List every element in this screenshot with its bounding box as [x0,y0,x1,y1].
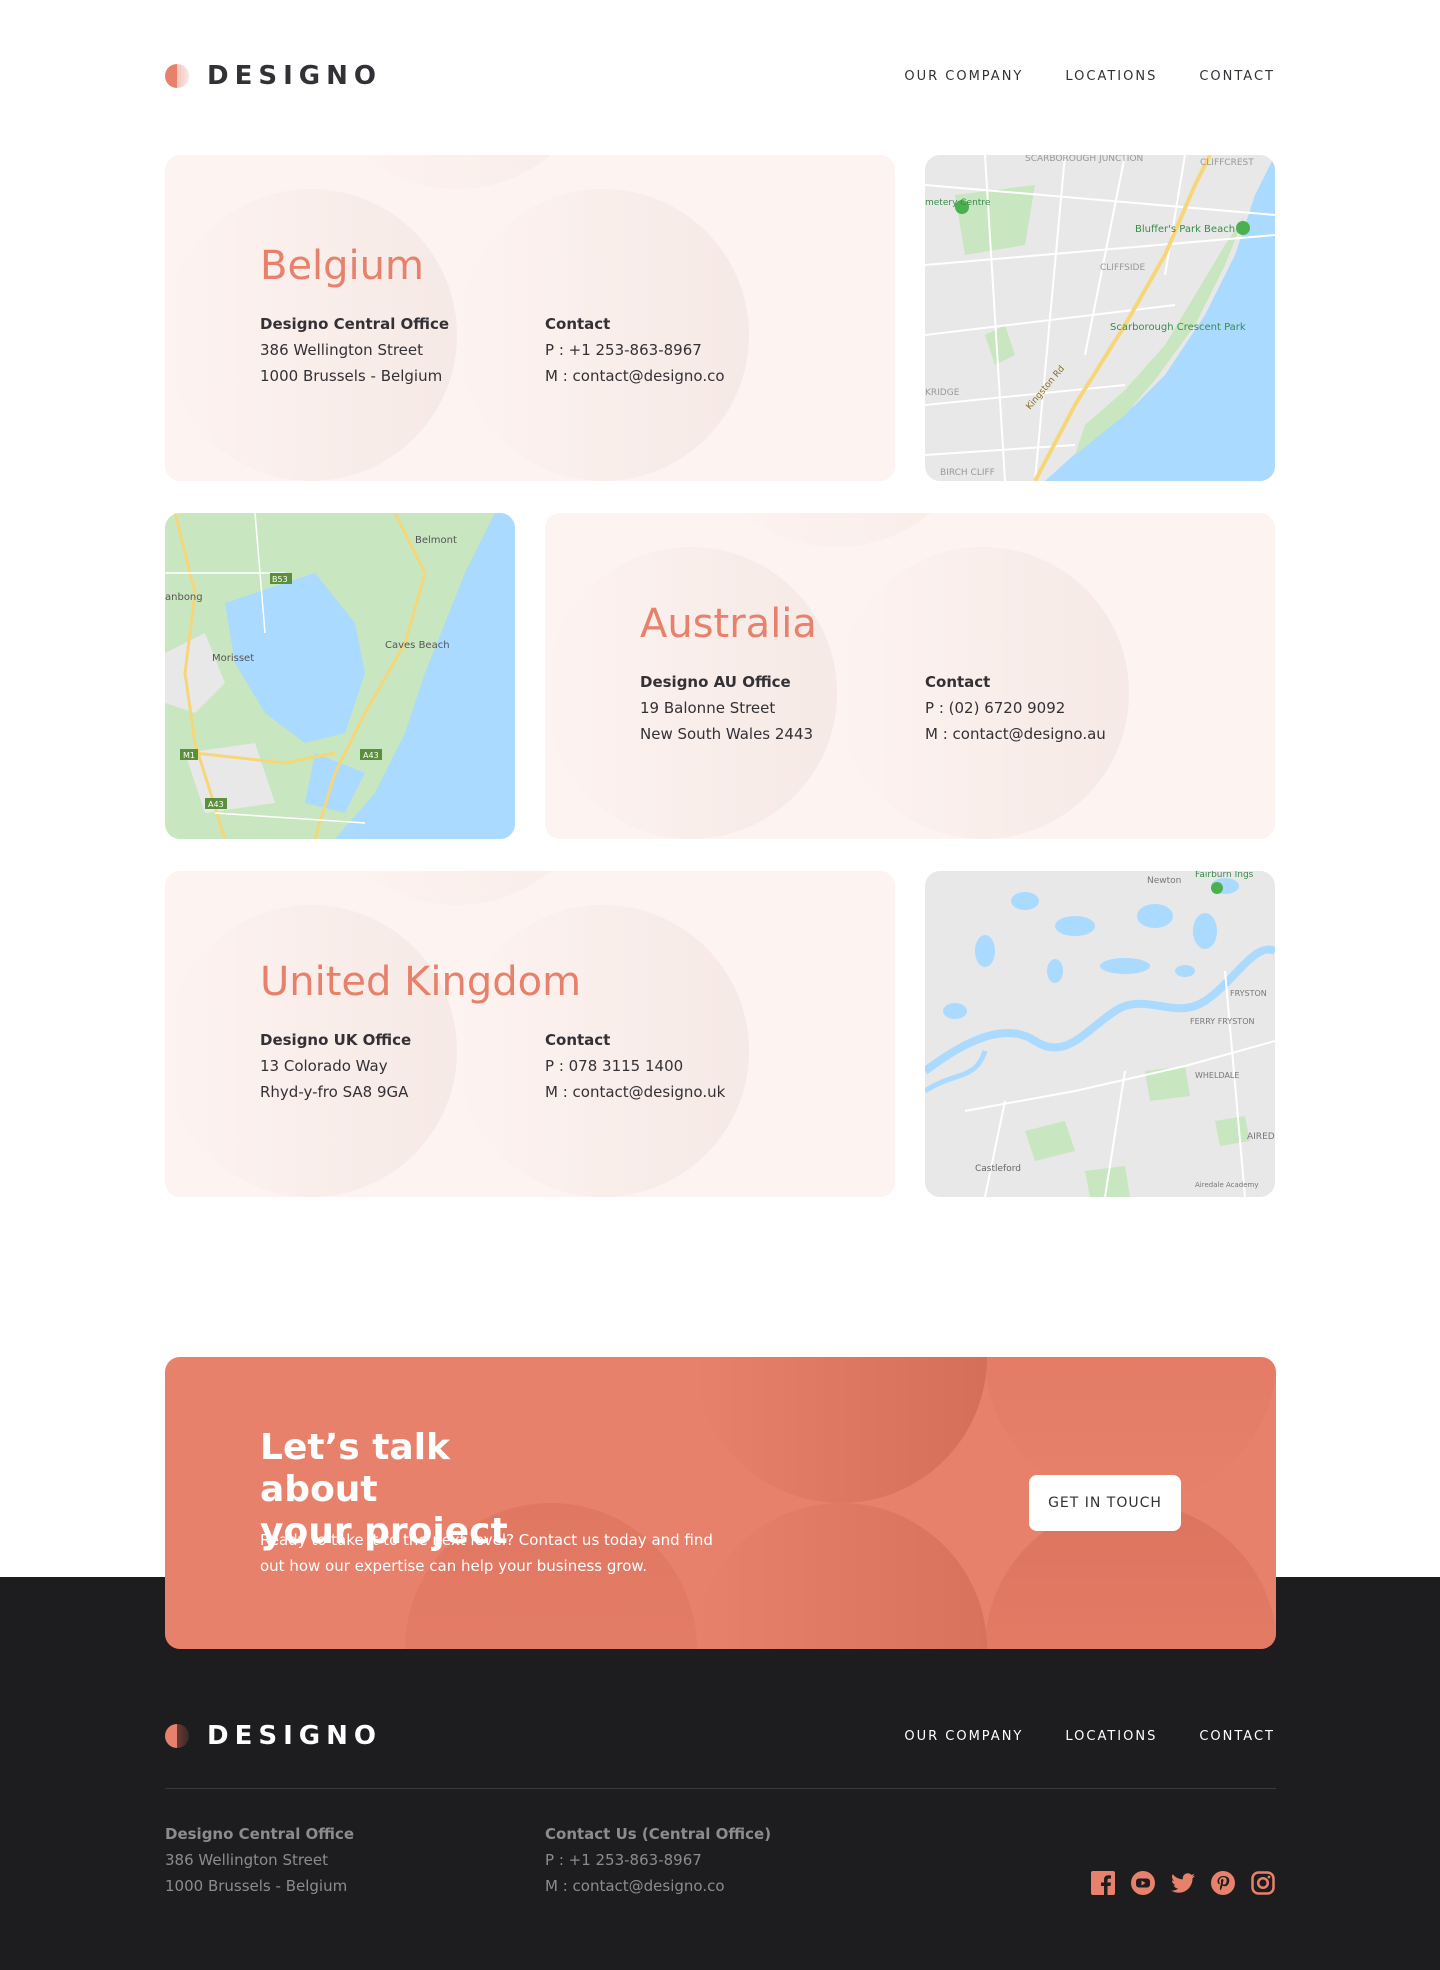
office-contact: Contact P : (02) 6720 9092 M : contact@d… [925,673,1106,743]
location-united-kingdom: United Kingdom Designo UK Office 13 Colo… [165,871,1276,1197]
map-label: CLIFFSIDE [1100,263,1145,273]
office-address: Designo AU Office 19 Balonne Street New … [640,673,814,743]
footer-logo[interactable]: DESIGNO [165,1721,382,1751]
logo-text: DESIGNO [207,1721,382,1751]
location-card: Belgium Designo Central Office 386 Welli… [165,155,895,481]
map-label: BIRCH CLIFF [940,468,995,478]
logo-icon [165,1724,189,1748]
map-label: SCARBOROUGH JUNCTION [1025,155,1143,164]
map-label: Caves Beach [385,640,450,651]
map-label: Fairburn Ings [1195,871,1254,880]
map-label: Newton [1147,876,1181,886]
footer-office-address: Designo Central Office 386 Wellington St… [165,1825,355,1895]
map-label: WHELDALE [1195,1071,1239,1080]
nav-contact[interactable]: CONTACT [1199,1729,1275,1744]
map-label: KRIDGE [925,388,960,398]
map-label: metery Centre [925,198,991,208]
map-label: M1 [183,751,195,760]
facebook-icon[interactable] [1091,1871,1115,1895]
office-contact: Contact P : +1 253-863-8967 M : contact@… [545,315,725,385]
logo-icon [165,64,189,88]
location-belgium: Belgium Designo Central Office 386 Welli… [165,155,1276,481]
location-card: Australia Designo AU Office 19 Balonne S… [545,513,1275,839]
logo[interactable]: DESIGNO [165,61,382,91]
map-label: A43 [363,751,379,760]
map-label: anbong [165,592,203,603]
map-label: Airedale Academy [1195,1181,1259,1189]
footer-nav: OUR COMPANY LOCATIONS CONTACT [904,1729,1275,1744]
location-australia: Belmont anbong B53 Morisset Caves Beach … [165,513,1276,839]
office-contact: Contact P : 078 3115 1400 M : contact@de… [545,1031,726,1101]
location-card: United Kingdom Designo UK Office 13 Colo… [165,871,895,1197]
instagram-icon[interactable] [1251,1871,1275,1895]
country-title: Belgium [260,243,424,289]
youtube-icon[interactable] [1131,1871,1155,1895]
map-label: AIRED [1247,1132,1275,1142]
map-belgium[interactable]: SCARBOROUGH JUNCTION CLIFFCREST Bluffer'… [925,155,1275,481]
map-label: FRYSTON [1230,989,1267,998]
map-label: A43 [208,800,224,809]
cta-banner: Let’s talk about your project Ready to ta… [165,1357,1276,1649]
nav-locations[interactable]: LOCATIONS [1065,1729,1157,1744]
map-label: B53 [272,575,288,584]
map-label: Morisset [212,653,254,664]
country-title: United Kingdom [260,959,582,1005]
footer-contact: Contact Us (Central Office) P : +1 253-8… [545,1825,772,1895]
twitter-icon[interactable] [1171,1871,1195,1895]
country-title: Australia [640,601,817,647]
nav-locations[interactable]: LOCATIONS [1065,69,1157,84]
map-label: FERRY FRYSTON [1190,1017,1254,1026]
logo-text: DESIGNO [207,61,382,91]
nav-contact[interactable]: CONTACT [1199,69,1275,84]
map-label: Belmont [415,535,457,546]
footer-divider [165,1788,1276,1789]
map-label: Scarborough Crescent Park [1110,322,1246,333]
get-in-touch-button[interactable]: GET IN TOUCH [1029,1475,1181,1531]
map-australia[interactable]: Belmont anbong B53 Morisset Caves Beach … [165,513,515,839]
office-address: Designo Central Office 386 Wellington St… [260,315,450,385]
social-links [1091,1871,1275,1895]
main-nav: OUR COMPANY LOCATIONS CONTACT [904,69,1275,84]
map-label: Bluffer's Park Beach [1135,224,1235,235]
site-header: DESIGNO OUR COMPANY LOCATIONS CONTACT [165,58,1275,94]
nav-our-company[interactable]: OUR COMPANY [904,69,1023,84]
office-address: Designo UK Office 13 Colorado Way Rhyd-y… [260,1031,412,1101]
nav-our-company[interactable]: OUR COMPANY [904,1729,1023,1744]
cta-text: Ready to take it to the next level? Cont… [260,1531,713,1575]
pinterest-icon[interactable] [1211,1871,1235,1895]
map-united-kingdom[interactable]: Newton Fairburn Ings FRYSTON FERRY FRYST… [925,871,1275,1197]
map-label: Castleford [975,1164,1021,1174]
map-label: CLIFFCREST [1200,158,1254,168]
